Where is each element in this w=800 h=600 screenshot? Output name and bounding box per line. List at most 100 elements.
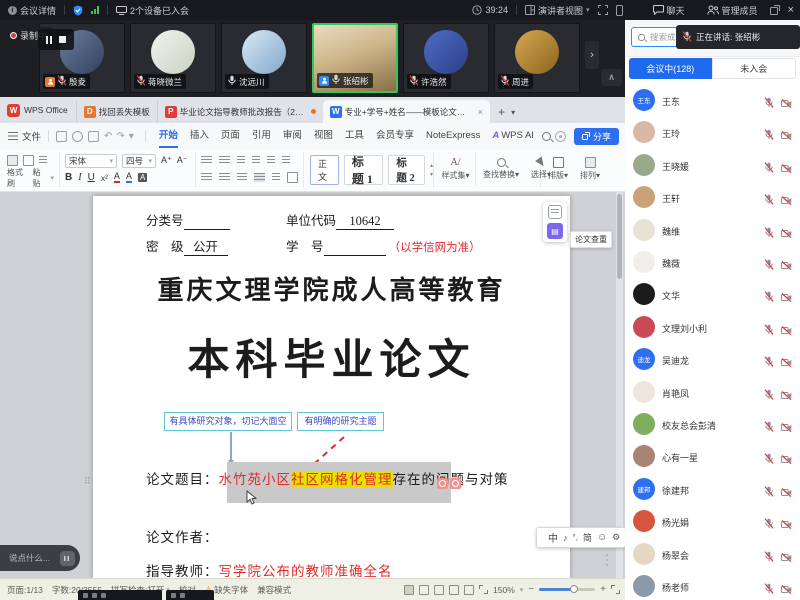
bullet-list-icon[interactable]: [201, 156, 212, 165]
mic-muted-icon[interactable]: [764, 160, 774, 178]
line-spacing-icon[interactable]: [272, 173, 280, 182]
collab-icon[interactable]: [555, 131, 566, 142]
participant-row[interactable]: 王玲: [625, 116, 800, 148]
mic-muted-icon[interactable]: [764, 127, 774, 145]
typeset-button[interactable]: 排版▾: [542, 152, 574, 186]
close-tab-icon[interactable]: ×: [478, 107, 483, 117]
paste-button[interactable]: 粘贴: [32, 167, 47, 189]
italic-button[interactable]: I: [78, 172, 81, 183]
mic-muted-icon[interactable]: [764, 451, 774, 469]
pause-recording-icon[interactable]: [46, 36, 52, 44]
print-icon[interactable]: [88, 131, 99, 142]
camera-muted-icon[interactable]: [781, 322, 792, 340]
quickbar-more-icon[interactable]: ▾: [129, 131, 134, 142]
video-tile[interactable]: 许浩然: [403, 23, 489, 93]
doc-assistant-icon[interactable]: [548, 205, 562, 219]
video-tile[interactable]: 周进: [494, 23, 580, 93]
camera-muted-icon[interactable]: [781, 95, 792, 113]
view-mode-button[interactable]: 演讲者视图 ▾: [525, 4, 590, 17]
participant-row[interactable]: 迪龙 吴迪龙: [625, 343, 800, 375]
collapse-strip-button[interactable]: ∧: [601, 69, 622, 86]
style-body[interactable]: 正文: [310, 155, 339, 185]
menu-tab-3[interactable]: 引用: [246, 123, 277, 149]
styles-up-icon[interactable]: ▴: [430, 162, 433, 169]
mic-muted-icon[interactable]: [764, 354, 774, 372]
document-scrollbar[interactable]: [616, 192, 623, 578]
web-view-icon[interactable]: [449, 585, 459, 595]
ime-mode-chinese[interactable]: 中: [548, 530, 558, 545]
camera-muted-icon[interactable]: [781, 160, 792, 178]
paste-icon[interactable]: [7, 155, 18, 166]
find-replace-button[interactable]: 查找替换▾: [477, 152, 525, 186]
bold-button[interactable]: B: [65, 172, 72, 183]
align-center-icon[interactable]: [219, 173, 230, 182]
edit-mode-icon[interactable]: [464, 585, 474, 595]
meeting-detail-button[interactable]: i 会议详情: [8, 4, 56, 17]
security-shield-icon[interactable]: [73, 5, 83, 16]
camera-muted-icon[interactable]: [781, 549, 792, 567]
document-tab[interactable]: D 找回丢失模板: [76, 100, 157, 123]
tab-wps-ai[interactable]: AWPS AI: [486, 123, 540, 149]
indent-increase-icon[interactable]: [252, 156, 260, 165]
menu-tab-1[interactable]: 插入: [184, 123, 215, 149]
camera-muted-icon[interactable]: [781, 387, 792, 405]
align-left-icon[interactable]: [201, 173, 212, 182]
scrollbar-thumb[interactable]: [617, 194, 622, 279]
participant-row[interactable]: 校友总会彭清: [625, 408, 800, 440]
arrange-button[interactable]: 排列▾: [574, 152, 606, 186]
number-list-icon[interactable]: [219, 156, 230, 165]
document-page[interactable]: 分类号 单位代码10642 密 级公开 学 号 （以学信网为准） 重庆文理学院成…: [93, 196, 570, 578]
participant-row[interactable]: 杨老师: [625, 570, 800, 600]
participant-row[interactable]: 文华: [625, 278, 800, 310]
document-tab[interactable]: W 专业+学号+姓名——模板论文资料批改 ×: [323, 100, 490, 123]
camera-muted-icon[interactable]: [781, 516, 792, 534]
camera-muted-icon[interactable]: [781, 289, 792, 307]
format-painter-button[interactable]: 格式刷: [7, 167, 29, 189]
video-tile[interactable]: 蒋晓微兰: [130, 23, 216, 93]
ime-voice-icon[interactable]: ♪: [563, 533, 568, 543]
participant-row[interactable]: 王晓媛: [625, 149, 800, 181]
menu-tab-4[interactable]: 审阅: [277, 123, 308, 149]
menu-tab-5[interactable]: 视图: [308, 123, 339, 149]
camera-muted-icon[interactable]: [781, 354, 792, 372]
zoom-value[interactable]: 150%: [493, 585, 515, 595]
cut-icon[interactable]: [39, 156, 47, 165]
redo-icon[interactable]: ↷: [116, 131, 124, 142]
styles-down-icon[interactable]: ▾: [430, 171, 433, 178]
participant-row[interactable]: 心有一星: [625, 440, 800, 472]
next-videos-button[interactable]: ›: [585, 41, 599, 69]
menu-tab-0[interactable]: 开始: [153, 123, 184, 149]
close-panel-icon[interactable]: ×: [788, 4, 794, 16]
zoom-slider-thumb[interactable]: [570, 585, 578, 593]
devices-joined-button[interactable]: 2个设备已入会: [116, 4, 189, 17]
mic-muted-icon[interactable]: [764, 289, 774, 307]
outline-view-icon[interactable]: [419, 585, 429, 595]
fullscreen-button[interactable]: [598, 5, 608, 15]
borders-icon[interactable]: [287, 172, 298, 183]
shrink-font-icon[interactable]: A⁻: [177, 155, 188, 166]
sort-icon[interactable]: [282, 156, 290, 165]
style-heading2[interactable]: 标题 2: [388, 155, 425, 185]
participant-row[interactable]: 王东 王东: [625, 84, 800, 116]
advisor-line[interactable]: 指导教师：写学院公布的教师准确全名: [146, 560, 393, 578]
participant-row[interactable]: 魏薇: [625, 246, 800, 278]
ime-punct-icon[interactable]: °,: [573, 533, 578, 542]
grow-font-icon[interactable]: A⁺: [161, 155, 172, 166]
mic-muted-icon[interactable]: [764, 257, 774, 275]
mic-muted-icon[interactable]: [764, 484, 774, 502]
share-button[interactable]: 分享: [574, 128, 619, 145]
paragraph-drag-handle[interactable]: ⠿: [84, 476, 91, 487]
mic-muted-icon[interactable]: [764, 95, 774, 113]
style-heading1[interactable]: 标题 1: [344, 155, 384, 185]
zoom-out-button[interactable]: −: [528, 584, 534, 595]
ime-settings-icon[interactable]: ⚙: [612, 532, 620, 543]
mic-muted-icon[interactable]: [764, 516, 774, 534]
quick-chat-send-icon[interactable]: [60, 551, 75, 566]
camera-muted-icon[interactable]: [781, 451, 792, 469]
mic-muted-icon[interactable]: [764, 192, 774, 210]
stop-recording-icon[interactable]: [59, 36, 66, 43]
font-name-select[interactable]: 宋体▾: [65, 154, 117, 168]
camera-muted-icon[interactable]: [781, 192, 792, 210]
align-right-icon[interactable]: [237, 173, 248, 182]
camera-muted-icon[interactable]: [781, 225, 792, 243]
